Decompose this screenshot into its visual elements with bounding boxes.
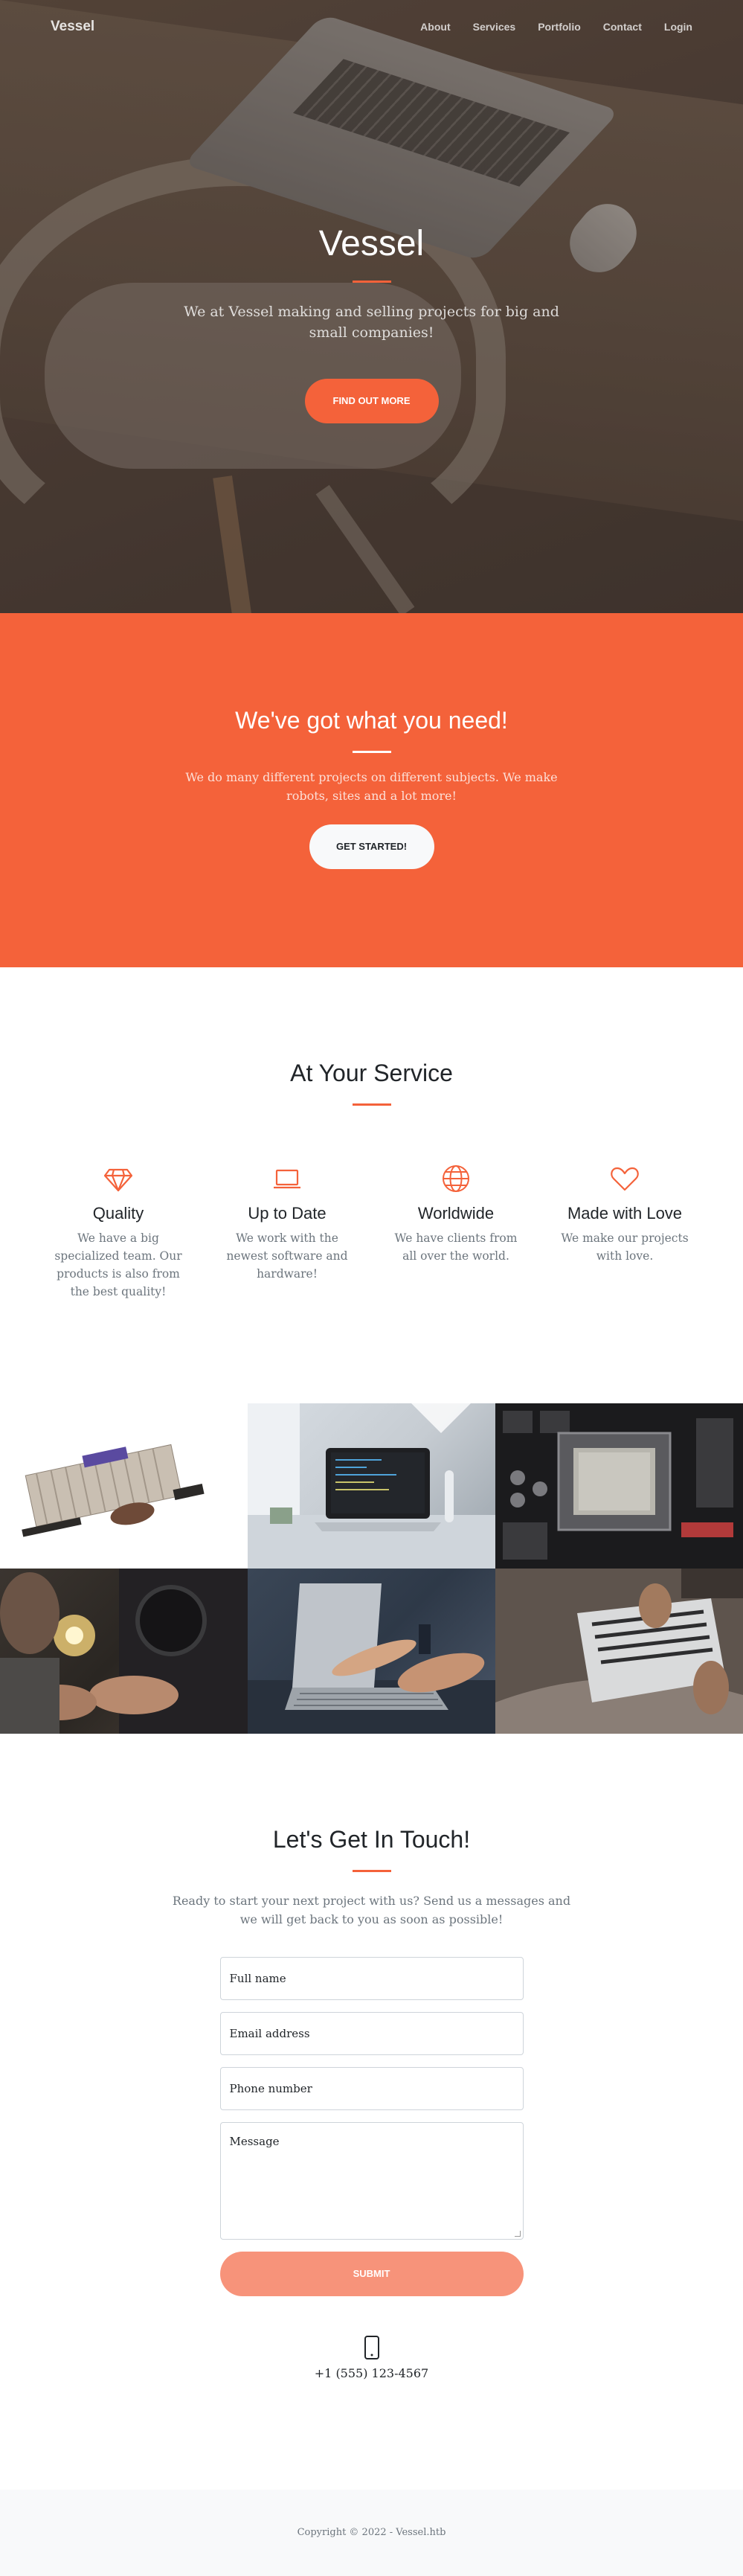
about-text: We do many different projects on differe… xyxy=(185,770,558,803)
portfolio-item-laptop-lap[interactable] xyxy=(495,1569,743,1734)
service-text: We have clients from all over the world. xyxy=(394,1231,518,1263)
nav-link-contact[interactable]: Contact xyxy=(592,21,653,33)
heart-icon xyxy=(541,1164,710,1194)
phone-icon xyxy=(0,2335,743,2360)
services-divider xyxy=(352,1103,391,1106)
service-text: We work with the newest software and har… xyxy=(226,1231,348,1281)
services-row: Quality We have a big specialized team. … xyxy=(0,1164,743,1301)
contact-form: Full name Email address Phone number Mes… xyxy=(219,1957,524,2296)
about-title: We've got what you need! xyxy=(235,707,508,734)
services-section: At Your Service Quality We have a big sp… xyxy=(0,967,743,1403)
portfolio-item-circuit-board[interactable] xyxy=(0,1403,248,1569)
navbar: Vessel About Services Portfolio Contact … xyxy=(0,0,743,54)
phone-number: +1 (555) 123-4567 xyxy=(314,2366,429,2380)
service-card-worldwide: Worldwide We have clients from all over … xyxy=(372,1164,541,1301)
service-card-up-to-date: Up to Date We work with the newest softw… xyxy=(203,1164,372,1301)
contact-phone: +1 (555) 123-4567 xyxy=(0,2335,743,2380)
laptop-icon xyxy=(203,1164,372,1194)
hero-text: We at Vessel making and selling projects… xyxy=(184,304,559,341)
portfolio-item-laptop-desk[interactable] xyxy=(248,1403,495,1569)
about-section: We've got what you need! We do many diff… xyxy=(0,613,743,967)
gem-icon xyxy=(34,1164,203,1194)
about-divider xyxy=(352,751,391,753)
full-name-input[interactable]: Full name xyxy=(219,1957,524,2000)
nav-link-login[interactable]: Login xyxy=(653,21,692,33)
hero-divider xyxy=(352,281,391,283)
nav-link-portfolio[interactable]: Portfolio xyxy=(527,21,592,33)
nav-link-about[interactable]: About xyxy=(409,21,461,33)
globe-icon xyxy=(372,1164,541,1194)
portfolio-item-laptop-typing[interactable] xyxy=(248,1569,495,1734)
service-text: We make our projects with love. xyxy=(561,1231,689,1263)
portfolio-item-pc-repair[interactable] xyxy=(0,1569,248,1734)
message-textarea[interactable]: Message xyxy=(219,2122,524,2240)
email-input[interactable]: Email address xyxy=(219,2012,524,2055)
hero-content: Vessel We at Vessel making and selling p… xyxy=(0,223,743,423)
resize-handle-icon[interactable] xyxy=(514,2231,521,2237)
service-title: Worldwide xyxy=(417,1204,495,1223)
contact-divider xyxy=(352,1870,391,1872)
service-title: Made with Love xyxy=(567,1204,683,1223)
nav-link-services[interactable]: Services xyxy=(462,21,527,33)
get-started-button[interactable]: Get Started! xyxy=(309,824,434,869)
contact-text: Ready to start your next project with us… xyxy=(172,1894,571,1926)
services-title: At Your Service xyxy=(290,1060,453,1086)
nav-links: About Services Portfolio Contact Login xyxy=(409,21,692,33)
service-text: We have a big specialized team. Our prod… xyxy=(54,1231,182,1298)
phone-input[interactable]: Phone number xyxy=(219,2067,524,2110)
brand-logo[interactable]: Vessel xyxy=(51,19,94,35)
contact-title: Let's Get In Touch! xyxy=(272,1826,471,1853)
copyright-text: Copyright © 2022 - Vessel.htb xyxy=(297,2527,446,2538)
portfolio-item-cpu-motherboard[interactable] xyxy=(495,1403,743,1569)
contact-section: Let's Get In Touch! Ready to start your … xyxy=(0,1734,743,2490)
hero-title: Vessel xyxy=(318,224,425,263)
service-title: Up to Date xyxy=(248,1204,327,1223)
portfolio-grid xyxy=(0,1403,743,1734)
submit-button[interactable]: Submit xyxy=(219,2252,524,2296)
service-title: Quality xyxy=(92,1204,144,1223)
message-placeholder: Message xyxy=(229,2135,280,2148)
find-out-more-button[interactable]: Find Out More xyxy=(304,379,439,423)
hero-section: Vessel We at Vessel making and selling p… xyxy=(0,0,743,613)
footer: Copyright © 2022 - Vessel.htb xyxy=(0,2490,743,2576)
service-card-made-with-love: Made with Love We make our projects with… xyxy=(541,1164,710,1301)
service-card-quality: Quality We have a big specialized team. … xyxy=(34,1164,203,1301)
